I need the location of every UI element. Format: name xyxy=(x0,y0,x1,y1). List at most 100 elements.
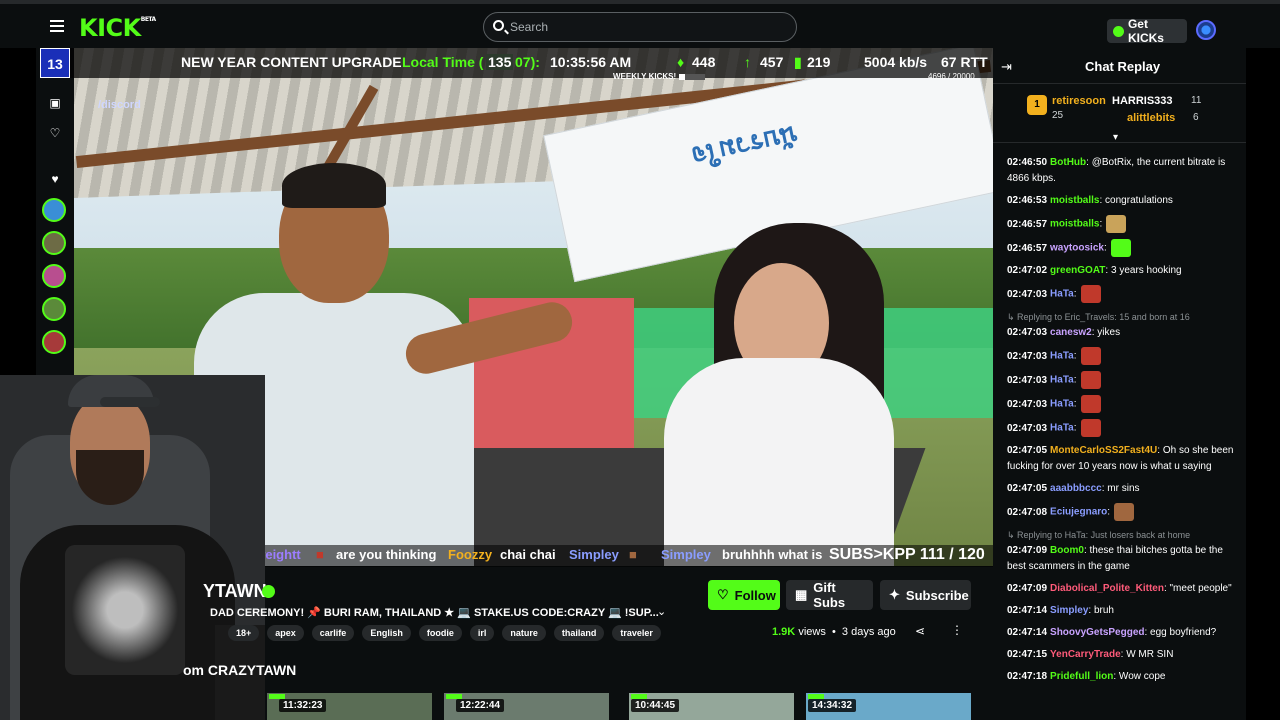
message-username[interactable]: waytoosick xyxy=(1050,243,1104,254)
message-username[interactable]: YenCarryTrade xyxy=(1050,649,1121,660)
emote-icon xyxy=(1080,371,1101,389)
collapse-chat-icon[interactable]: ⇥ xyxy=(1001,59,1012,75)
message-username[interactable]: Diabolical_Polite_Kitten xyxy=(1050,583,1164,594)
vod-duration: 12:22:44 xyxy=(456,699,505,712)
search-icon xyxy=(493,20,504,31)
vod-thumbnail[interactable]: 10:44:45 xyxy=(629,693,794,720)
ticker-emote: ■ xyxy=(629,547,637,562)
tag[interactable]: irl xyxy=(469,625,495,641)
message-username[interactable]: HaTa xyxy=(1050,423,1074,434)
message-text: : xyxy=(1073,398,1077,410)
vod-duration: 11:32:23 xyxy=(279,699,327,712)
pin-icon[interactable]: ▾ xyxy=(1113,132,1118,143)
verified-badge-icon xyxy=(262,585,275,598)
chat-message: ↳ Replying to Eric_Travels: 15 and born … xyxy=(1007,309,1242,341)
message-username[interactable]: MonteCarloSS2Fast4U xyxy=(1050,445,1157,456)
vod-thumbnail[interactable]: 12:22:44 xyxy=(444,693,609,720)
vod-duration: 14:34:32 xyxy=(808,699,857,712)
message-username[interactable]: Simpley xyxy=(1050,605,1088,616)
tag[interactable]: foodie xyxy=(418,625,462,641)
followed-channel-avatar[interactable] xyxy=(42,330,66,354)
get-kicks-button[interactable]: Get KICKs xyxy=(1107,17,1187,45)
leader-name[interactable]: retiresoon xyxy=(1052,95,1106,107)
heart-icon[interactable]: ♥ xyxy=(48,172,62,186)
message-text: : congratulations xyxy=(1099,195,1173,206)
left-backdrop xyxy=(0,0,36,375)
message-timestamp: 02:47:14 xyxy=(1007,605,1048,616)
message-username[interactable]: ShoovyGetsPegged xyxy=(1050,627,1144,638)
message-username[interactable]: Boom0 xyxy=(1050,545,1084,556)
chat-message: 02:47:03 HaTa: xyxy=(1007,419,1242,437)
message-username[interactable]: Eciujegnaro xyxy=(1050,507,1107,518)
message-text: : xyxy=(1099,218,1103,230)
more-options-icon[interactable]: ⋮ xyxy=(951,623,963,637)
message-username[interactable]: HaTa xyxy=(1050,375,1074,386)
message-text: : yikes xyxy=(1091,327,1121,338)
overlay-stat2: 457 xyxy=(760,54,784,70)
more-from-heading: om CRAZYTAWN xyxy=(183,662,297,678)
message-username[interactable]: HaTa xyxy=(1050,289,1074,300)
chat-message: 02:47:14 ShoovyGetsPegged: egg boyfriend? xyxy=(1007,625,1242,641)
following-icon[interactable]: ♡ xyxy=(48,126,62,140)
ticker-user: Foozzy xyxy=(448,547,493,562)
right-backdrop xyxy=(1246,0,1280,720)
follow-button[interactable]: ♡ Follow xyxy=(708,580,780,610)
tag[interactable]: English xyxy=(362,625,411,641)
reply-context: ↳ Replying to Eric_Travels: 15 and born … xyxy=(1007,312,1190,322)
followed-channel-avatar[interactable] xyxy=(42,198,66,222)
tag[interactable]: carlife xyxy=(311,625,355,641)
message-text: : W MR SIN xyxy=(1120,649,1174,660)
chevron-down-icon[interactable]: ⌄ xyxy=(657,605,666,618)
message-username[interactable]: canesw2 xyxy=(1050,327,1092,338)
search-bar[interactable] xyxy=(483,12,797,42)
emote-icon xyxy=(1080,419,1101,437)
message-username[interactable]: HaTa xyxy=(1050,351,1074,362)
message-username[interactable]: BotHub xyxy=(1050,157,1086,168)
chat-message: 02:47:08 Eciujegnaro: xyxy=(1007,503,1242,521)
followed-channel-avatar[interactable] xyxy=(42,264,66,288)
ticker-text: chai chai xyxy=(500,547,556,562)
webcam-cap-bill xyxy=(100,397,160,407)
chat-message: 02:47:15 YenCarryTrade: W MR SIN xyxy=(1007,647,1242,663)
view-stats: 1.9K views • 3 days ago xyxy=(772,626,896,638)
message-username[interactable]: moistballs xyxy=(1050,219,1099,230)
message-text: : mr sins xyxy=(1101,483,1140,494)
message-username[interactable]: Pridefull_lion xyxy=(1050,671,1113,682)
tag[interactable]: apex xyxy=(267,625,304,641)
message-timestamp: 02:47:09 xyxy=(1007,583,1048,594)
message-timestamp: 02:46:53 xyxy=(1007,195,1048,206)
overlay-viewers: 135 xyxy=(486,54,514,70)
subscribe-button[interactable]: ✦ Subscribe xyxy=(880,580,971,610)
message-text: : xyxy=(1073,374,1077,386)
message-timestamp: 02:47:08 xyxy=(1007,506,1048,518)
share-icon[interactable]: ⋖ xyxy=(915,624,925,638)
leader-name[interactable]: alittlebits xyxy=(1127,112,1175,124)
vod-thumbnail[interactable]: 14:34:32 xyxy=(806,693,971,720)
kick-logo[interactable]: KICKBETA xyxy=(79,14,156,42)
message-username[interactable]: aaabbbccc xyxy=(1050,483,1102,494)
webcam-shirt-print xyxy=(65,545,185,675)
tag[interactable]: 18+ xyxy=(228,625,260,641)
weekly-kicks-count: 4696 / 20000 xyxy=(928,72,975,81)
message-username[interactable]: HaTa xyxy=(1050,399,1074,410)
message-username[interactable]: moistballs xyxy=(1050,195,1099,206)
tag[interactable]: thailand xyxy=(553,625,605,641)
search-input[interactable] xyxy=(510,19,780,35)
vod-thumbnail[interactable]: 11:32:23 xyxy=(267,693,432,720)
stream-overlay-bar: 13 NEW YEAR CONTENT UPGRADE Local Time (… xyxy=(40,48,993,78)
chat-message: 02:47:05 aaabbbccc: mr sins xyxy=(1007,481,1242,497)
message-timestamp: 02:47:03 xyxy=(1007,398,1048,410)
message-timestamp: 02:47:03 xyxy=(1007,327,1048,338)
message-username[interactable]: greenGOAT xyxy=(1050,265,1105,276)
leader-name[interactable]: HARRIS333 xyxy=(1112,95,1173,107)
followed-channel-avatar[interactable] xyxy=(42,297,66,321)
menu-icon[interactable] xyxy=(50,20,64,32)
gift-subs-button[interactable]: ▦ Gift Subs xyxy=(786,580,873,610)
star-icon: ✦ xyxy=(889,587,900,602)
user-avatar[interactable] xyxy=(1196,20,1216,40)
followed-channel-avatar[interactable] xyxy=(42,231,66,255)
browse-icon[interactable]: ▣ xyxy=(48,96,62,110)
tag[interactable]: traveler xyxy=(612,625,661,641)
tag[interactable]: nature xyxy=(502,625,546,641)
channel-name[interactable]: YTAWN xyxy=(203,581,267,602)
